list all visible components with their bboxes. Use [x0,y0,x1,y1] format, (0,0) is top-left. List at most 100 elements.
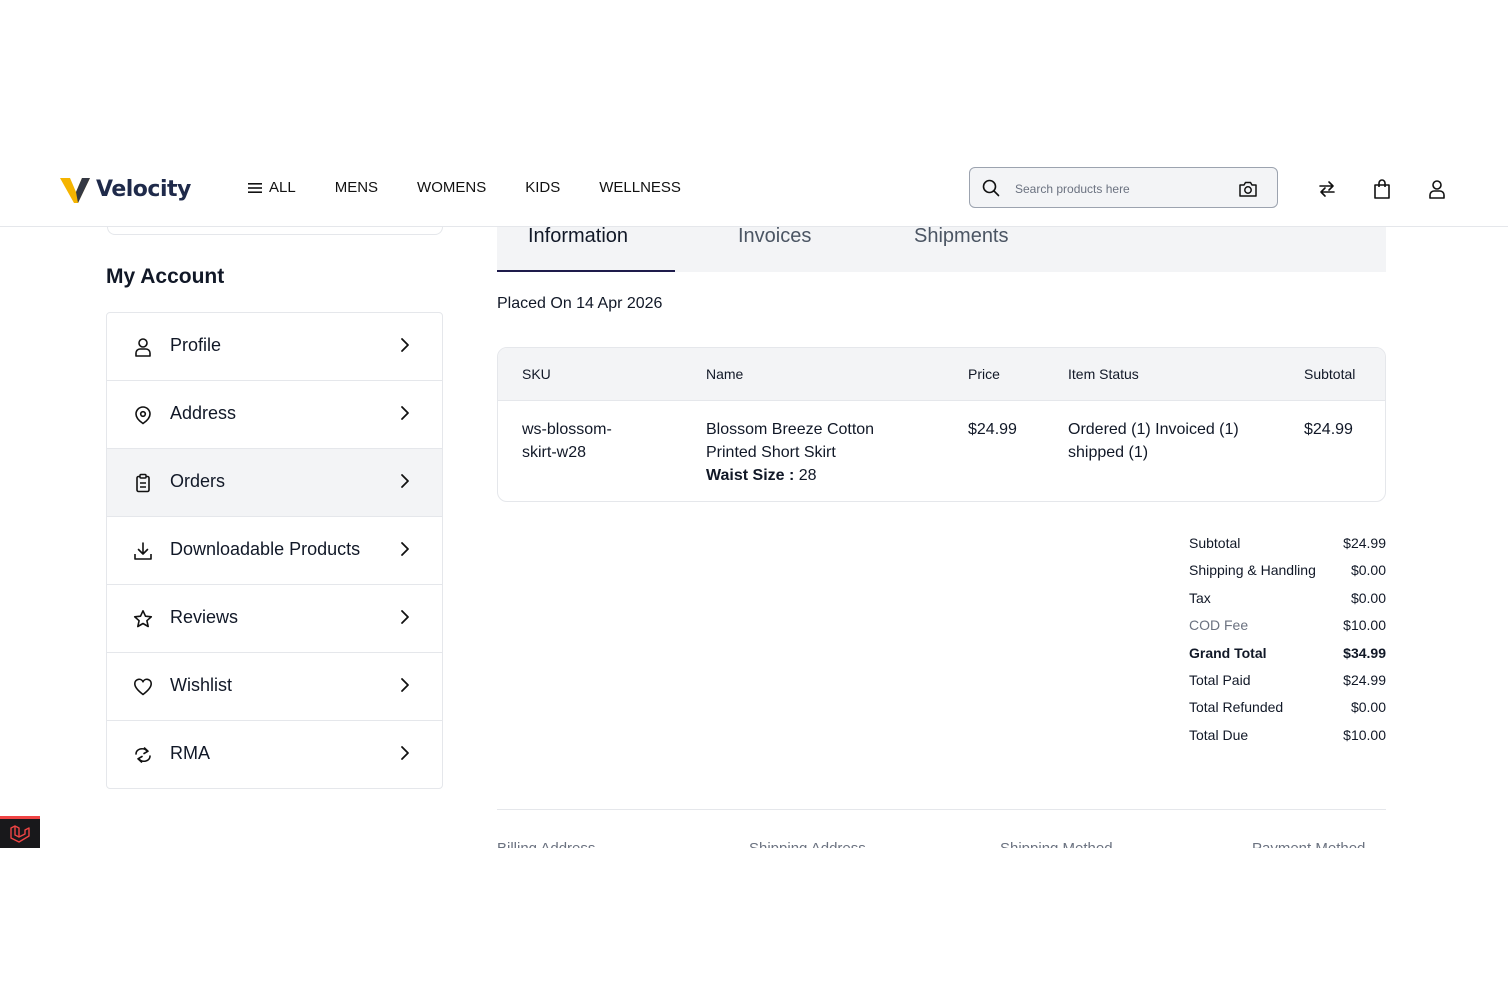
item-name: Blossom Breeze Cotton Printed Short Skir… [706,418,874,487]
summary-value: $24.99 [1343,535,1386,551]
item-sku-line: ws-blossom- [522,421,612,438]
active-tab-indicator [497,270,675,272]
summary-value: $10.00 [1343,726,1386,743]
nav-kids[interactable]: KIDS [525,179,560,196]
summary-row-total-paid: Total Paid $24.99 [1189,672,1386,699]
account-menu: Profile Address Orders Downloadable Prod… [106,312,443,789]
sidebar-previous-card-edge [107,226,443,235]
summary-row-cod-fee: COD Fee $10.00 [1189,617,1386,644]
summary-row-tax: Tax $0.00 [1189,590,1386,617]
summary-value: $0.00 [1350,562,1386,579]
chevron-right-icon [401,678,409,692]
search-input[interactable] [1013,178,1227,200]
search-box [969,167,1278,208]
tab-shipments[interactable]: Shipments [914,225,1009,248]
star-icon [133,610,153,628]
sidebar-item-wishlist[interactable]: Wishlist [107,653,442,721]
item-status: Ordered (1) Invoiced (1) shipped (1) [1068,418,1239,464]
tab-information[interactable]: Information [528,225,628,248]
summary-row-grand-total: Grand Total $34.99 [1189,645,1386,672]
summary-label: Total Due [1189,726,1249,743]
item-subtotal: $24.99 [1304,421,1353,438]
summary-label: Subtotal [1189,535,1241,551]
brand-name: Velocity [96,176,191,202]
item-sku: ws-blossom- skirt-w28 [522,418,612,464]
tab-invoices[interactable]: Invoices [738,225,811,248]
site-header: Velocity ALL MENS WOMENS KIDS WELLNESS [0,146,1508,227]
download-icon [134,542,152,560]
section-divider [497,809,1386,810]
item-name-line: Blossom Breeze Cotton [706,421,875,438]
chevron-right-icon [401,610,409,624]
nav-wellness[interactable]: WELLNESS [599,179,681,196]
summary-label: Grand Total [1189,644,1267,661]
summary-value: $0.00 [1350,589,1386,606]
camera-icon[interactable] [1238,180,1258,198]
summary-row-total-due: Total Due $10.00 [1189,727,1386,754]
shipping-address-heading: Shipping Address [749,840,866,848]
nav-all[interactable]: ALL [248,179,296,196]
sidebar-item-reviews[interactable]: Reviews [107,585,442,653]
column-header-price: Price [968,366,1000,382]
chevron-right-icon [401,338,409,352]
sidebar-item-downloadable-products[interactable]: Downloadable Products [107,517,442,585]
nav-womens[interactable]: WOMENS [417,179,486,196]
sidebar-item-label: RMA [170,743,210,763]
shipping-method-heading: Shipping Method [1000,840,1113,848]
chevron-right-icon [401,474,409,488]
user-icon [135,338,151,357]
item-price: $24.99 [968,421,1017,438]
item-attribute-value: 28 [798,467,817,484]
cart-bag-icon[interactable] [1373,179,1391,199]
order-summary: Subtotal $24.99 Shipping & Handling $0.0… [1189,535,1386,754]
velocity-logo-icon [60,178,90,203]
sidebar-item-label: Reviews [170,607,239,627]
laravel-logo-icon [10,825,30,843]
summary-row-total-refunded: Total Refunded $0.00 [1189,699,1386,726]
summary-label: COD Fee [1189,617,1249,634]
column-header-sku: SKU [522,366,551,382]
item-sku-line: skirt-w28 [522,444,587,461]
chevron-right-icon [401,542,409,556]
debugbar-toggle[interactable] [0,816,40,848]
summary-value: $10.00 [1343,617,1386,634]
user-account-icon[interactable] [1427,179,1447,199]
summary-row-subtotal: Subtotal $24.99 [1189,535,1386,562]
menu-icon [248,182,262,193]
payment-method-heading: Payment Method [1252,840,1365,848]
summary-label: Shipping & Handling [1189,562,1316,579]
return-arrows-icon [135,747,151,763]
item-attribute-label: Waist Size : [706,467,795,484]
item-attribute: Waist Size : 28 [706,464,874,487]
chevron-right-icon [401,746,409,760]
summary-label: Total Paid [1189,671,1251,688]
location-pin-icon [135,406,151,425]
item-status-line: Ordered (1) Invoiced (1) [1068,421,1239,438]
compare-icon[interactable] [1317,179,1337,199]
summary-value: $24.99 [1343,671,1386,688]
search-icon[interactable] [982,179,1000,197]
column-header-item-status: Item Status [1068,366,1139,382]
nav-all-label: ALL [269,179,296,196]
item-status-line: shipped (1) [1068,444,1149,461]
sidebar-item-address[interactable]: Address [107,381,442,449]
brand-logo[interactable]: Velocity [60,174,191,204]
sidebar-item-rma[interactable]: RMA [107,721,442,788]
sidebar-item-label: Address [170,403,237,423]
summary-label: Tax [1189,589,1211,606]
column-header-subtotal: Subtotal [1304,366,1356,382]
main-nav: ALL MENS WOMENS KIDS WELLNESS [248,179,720,196]
summary-row-shipping: Shipping & Handling $0.00 [1189,562,1386,589]
clipboard-icon [136,473,150,493]
sidebar-item-orders[interactable]: Orders [107,449,442,517]
item-name-line: Printed Short Skirt [706,444,836,461]
heart-icon [134,678,152,696]
page-viewport: Velocity ALL MENS WOMENS KIDS WELLNESS S… [0,0,1508,848]
sidebar-item-profile[interactable]: Profile [107,313,442,381]
table-header: SKU Name Price Item Status Subtotal [498,348,1385,401]
sidebar-item-label: Downloadable Products [170,539,361,559]
nav-mens[interactable]: MENS [335,179,378,196]
order-placed-date: Placed On 14 Apr 2026 [497,295,663,312]
sidebar-title: My Account [106,265,225,288]
summary-label: Total Refunded [1189,699,1284,716]
